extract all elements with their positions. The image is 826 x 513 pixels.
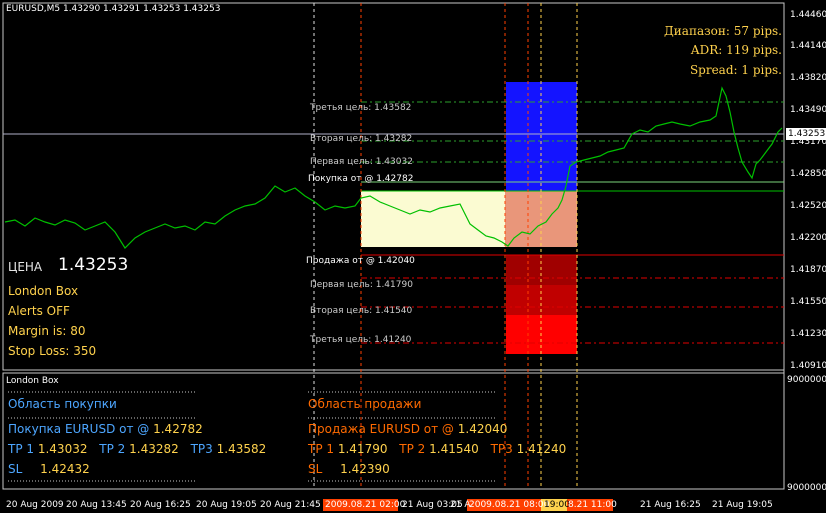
sell-t2-label: Вторая цель: 1.41540 bbox=[310, 306, 413, 316]
buy-tp1-value: 1.43032 bbox=[37, 442, 88, 456]
time-axis-label: 20 Aug 13:45 bbox=[66, 500, 127, 510]
buy-t2-label: Вторая цель: 1.43282 bbox=[310, 134, 413, 144]
subwindow-scale-bottom: 9000000 bbox=[787, 483, 826, 493]
buy-t3-label: Третья цель: 1.43582 bbox=[310, 103, 412, 113]
buy-tp3-label: TP3 bbox=[190, 442, 213, 456]
sell-sl-label: SL bbox=[308, 462, 323, 476]
buy-tp1-label: TP 1 bbox=[8, 442, 35, 456]
price-scale-label: 1.44140 bbox=[790, 41, 826, 51]
sell-tp1-label: TP 1 bbox=[308, 442, 335, 456]
sell-area-heading: Область продажи bbox=[308, 397, 422, 411]
price-value: 1.43253 bbox=[58, 255, 129, 275]
price-scale-label: 1.40910 bbox=[790, 361, 826, 371]
sell-t1-label: Первая цель: 1.41790 bbox=[310, 280, 413, 290]
price-scale-label: 1.41550 bbox=[790, 297, 826, 307]
time-marker-1: 2009.08.21 02:00 bbox=[325, 500, 406, 510]
buy-tp-line: TP 1 1.43032 TP 2 1.43282 TP3 1.43582 bbox=[8, 442, 266, 456]
price-scale-label: 1.44460 bbox=[790, 10, 826, 20]
time-axis-label: 21 A bbox=[450, 500, 471, 510]
buy-order-text: Покупка EURUSD от @ bbox=[8, 422, 150, 436]
spread-info: Spread: 1 pips. bbox=[689, 63, 782, 77]
buy-order-price: 1.42782 bbox=[153, 422, 203, 436]
buy-range-box bbox=[361, 191, 505, 247]
time-marker-2: 2009.08.21 08:00 bbox=[469, 500, 550, 510]
buy-t1-label: Первая цель: 1.43032 bbox=[310, 157, 413, 167]
time-axis-label: 20 Aug 21:45 bbox=[260, 500, 321, 510]
chart-title: EURUSD,M5 1.43290 1.43291 1.43253 1.4325… bbox=[6, 4, 221, 14]
sell-order-line: Продажа EURUSD от @ 1.42040 bbox=[308, 422, 507, 436]
box-name: London Box bbox=[8, 284, 79, 298]
time-axis-label: 20 Aug 16:25 bbox=[130, 500, 191, 510]
price-scale-label: 1.42200 bbox=[790, 233, 826, 243]
sell-tp3-value: 1.41240 bbox=[516, 442, 567, 456]
sell-tp2-label: TP 2 bbox=[399, 442, 426, 456]
stop-loss-info: Stop Loss: 350 bbox=[8, 344, 97, 358]
sell-order-price: 1.42040 bbox=[457, 422, 508, 436]
sell-tp3-label: TP3 bbox=[490, 442, 513, 456]
time-axis-label: 20 Aug 2009 bbox=[6, 500, 64, 510]
subwindow-scale-top: 9000000 bbox=[787, 375, 826, 385]
sell-order-text: Продажа EURUSD от @ bbox=[308, 422, 454, 436]
sell-tp2-value: 1.41540 bbox=[429, 442, 479, 456]
price-scale-label: 1.42520 bbox=[790, 201, 826, 211]
buy-sl-value: 1.42432 bbox=[40, 462, 90, 476]
price-scale-label: 1.41230 bbox=[790, 329, 826, 339]
buy-sl-label: SL bbox=[8, 462, 23, 476]
buy-from-label: Покупка от @ 1.42782 bbox=[308, 174, 414, 184]
sell-tp-line: TP 1 1.41790 TP 2 1.41540 TP3 1.41240 bbox=[308, 442, 566, 456]
buy-sl-line: SL 1.42432 bbox=[8, 462, 90, 476]
sell-sl-line: SL 1.42390 bbox=[308, 462, 390, 476]
sell-from-label: Продажа от @ 1.42040 bbox=[306, 256, 415, 266]
sell-tp1-value: 1.41790 bbox=[337, 442, 388, 456]
price-scale-label: 1.41870 bbox=[790, 265, 826, 275]
sell-sl-value: 1.42390 bbox=[340, 462, 390, 476]
buy-order-line: Покупка EURUSD от @ 1.42782 bbox=[8, 422, 203, 436]
buy-tp2-value: 1.43282 bbox=[129, 442, 179, 456]
alerts-status: Alerts OFF bbox=[8, 304, 70, 318]
time-axis-label: 20 Aug 19:05 bbox=[196, 500, 257, 510]
buy-area-heading: Область покупки bbox=[8, 397, 117, 411]
price-scale-label: 1.43490 bbox=[790, 105, 826, 115]
time-axis-label: 21 Aug 16:25 bbox=[640, 500, 701, 510]
price-scale-label: 1.43820 bbox=[790, 73, 826, 83]
margin-info: Margin is: 80 bbox=[8, 324, 86, 338]
adr-info: ADR: 119 pips. bbox=[690, 43, 782, 57]
price-caption: ЦЕНА bbox=[8, 260, 43, 274]
price-scale-label: 1.42850 bbox=[790, 169, 826, 179]
sell-t3-label: Третья цель: 1.41240 bbox=[310, 335, 412, 345]
buy-tp2-label: TP 2 bbox=[99, 442, 126, 456]
time-marker-3: 19:00 bbox=[544, 500, 570, 510]
buy-tp3-value: 1.43582 bbox=[216, 442, 267, 456]
time-axis-label: 21 Aug 19:05 bbox=[712, 500, 773, 510]
time-marker-4: 8.21 11:00 bbox=[568, 500, 617, 510]
range-info: Диапазон: 57 pips. bbox=[664, 24, 782, 38]
subwindow-title: London Box bbox=[6, 376, 59, 386]
current-price-tag: 1.43253 bbox=[788, 129, 826, 139]
